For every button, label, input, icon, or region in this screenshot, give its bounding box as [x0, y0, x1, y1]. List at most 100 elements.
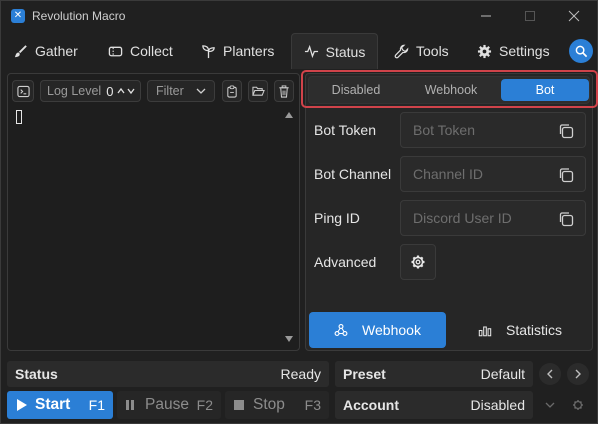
gear-icon — [573, 400, 583, 410]
discord-user-id-input[interactable] — [401, 201, 551, 235]
gear-icon — [477, 44, 492, 58]
ping-id-label: Ping ID — [314, 210, 360, 226]
mode-webhook[interactable]: Webhook — [405, 79, 497, 101]
start-hotkey: F1 — [88, 397, 105, 413]
pause-button[interactable]: Pause F2 — [117, 391, 221, 419]
webhook-button[interactable]: Webhook — [309, 312, 446, 348]
trash-icon — [279, 84, 289, 98]
bot-token-input[interactable] — [401, 113, 551, 147]
bar-chart-icon — [478, 325, 492, 336]
tab-settings[interactable]: Settings — [477, 33, 550, 69]
account-dropdown-button[interactable] — [539, 394, 561, 416]
minimize-icon — [481, 15, 491, 17]
mode-bot[interactable]: Bot — [501, 79, 589, 101]
log-output[interactable] — [12, 108, 280, 346]
tab-gather[interactable]: Gather — [13, 33, 78, 69]
chevron-right-icon — [575, 369, 581, 379]
status-bar: Status Ready — [7, 361, 329, 387]
tab-gather-label: Gather — [35, 43, 78, 59]
preset-prev-button[interactable] — [539, 363, 561, 385]
advanced-label: Advanced — [314, 254, 377, 270]
statistics-button[interactable]: Statistics — [452, 312, 588, 348]
channel-id-input[interactable] — [401, 157, 551, 191]
tab-settings-label: Settings — [499, 43, 550, 59]
status-label: Status — [15, 366, 58, 382]
gear-icon — [411, 255, 425, 269]
bot-token-label: Bot Token — [314, 122, 377, 138]
pulse-icon — [304, 44, 318, 59]
search-button[interactable] — [569, 39, 593, 63]
ticket-icon — [108, 46, 123, 56]
log-scrollbar[interactable] — [282, 108, 296, 348]
clipboard-icon — [227, 84, 237, 98]
bot-token-field[interactable] — [400, 112, 586, 148]
preset-bar[interactable]: Preset Default — [335, 361, 533, 387]
chevron-down-icon — [545, 402, 555, 408]
app-logo-icon: ✕ — [11, 9, 25, 23]
main-nav: Gather Collect Planters Status Tools Set… — [1, 33, 597, 69]
webhook-button-label: Webhook — [362, 322, 421, 338]
scroll-up-icon[interactable] — [284, 110, 294, 120]
stop-icon — [234, 400, 244, 410]
window-title: Revolution Macro — [32, 9, 126, 23]
maximize-button[interactable] — [515, 5, 545, 27]
copy-icon[interactable] — [558, 211, 574, 227]
tab-status-label: Status — [325, 43, 366, 60]
stop-button[interactable]: Stop F3 — [225, 391, 329, 419]
tab-collect[interactable]: Collect — [108, 33, 173, 69]
status-value: Ready — [280, 366, 321, 382]
preset-next-button[interactable] — [567, 363, 589, 385]
account-label: Account — [343, 397, 399, 413]
console-button[interactable] — [12, 80, 34, 102]
webhook-icon — [334, 324, 348, 336]
tab-tools[interactable]: Tools — [394, 33, 449, 69]
statistics-button-label: Statistics — [505, 322, 562, 338]
log-level-label: Log Level — [47, 84, 102, 98]
filter-label: Filter — [156, 84, 184, 98]
wrench-icon — [394, 44, 409, 58]
preset-value: Default — [480, 366, 525, 382]
tab-collect-label: Collect — [130, 43, 173, 59]
status-settings-panel: Disabled Webhook Bot Bot Token Bot Chann… — [301, 70, 598, 351]
plant-icon — [202, 44, 215, 58]
tab-tools-label: Tools — [416, 43, 449, 59]
search-icon — [575, 45, 587, 57]
log-toolbar: Log Level 0 Filter — [8, 74, 299, 106]
terminal-icon — [16, 85, 30, 97]
filter-select[interactable]: Filter — [147, 80, 215, 102]
open-folder-button[interactable] — [248, 80, 268, 102]
start-button[interactable]: Start F1 — [7, 391, 113, 419]
stop-label: Stop — [253, 396, 285, 413]
mode-disabled[interactable]: Disabled — [311, 79, 401, 101]
tab-planters[interactable]: Planters — [201, 33, 274, 69]
tab-status[interactable]: Status — [291, 33, 378, 69]
text-cursor — [16, 110, 22, 124]
copy-icon[interactable] — [558, 123, 574, 139]
stop-hotkey: F3 — [304, 397, 321, 413]
chevron-left-icon — [547, 369, 553, 379]
log-level-select[interactable]: Log Level 0 — [40, 80, 141, 102]
title-bar: ✕ Revolution Macro — [1, 1, 597, 31]
preset-label: Preset — [343, 366, 386, 382]
app-window: ✕ Revolution Macro Gather Collect Plante… — [0, 0, 598, 424]
clear-log-button[interactable] — [274, 80, 294, 102]
pause-icon — [126, 400, 134, 410]
brush-icon — [14, 44, 27, 57]
minimize-button[interactable] — [471, 5, 501, 27]
bot-channel-field[interactable] — [400, 156, 586, 192]
start-label: Start — [35, 396, 71, 413]
bot-channel-label: Bot Channel — [314, 166, 392, 182]
account-settings-button[interactable] — [567, 394, 589, 416]
pause-label: Pause — [145, 396, 189, 413]
chevron-down-icon — [196, 88, 206, 94]
copy-log-button[interactable] — [222, 80, 242, 102]
log-level-value: 0 — [106, 83, 114, 99]
close-button[interactable] — [559, 5, 589, 27]
advanced-settings-button[interactable] — [400, 244, 436, 280]
scroll-down-icon[interactable] — [284, 334, 294, 344]
stepper-icon — [117, 87, 135, 95]
copy-icon[interactable] — [558, 167, 574, 183]
play-icon — [17, 399, 27, 411]
ping-id-field[interactable] — [400, 200, 586, 236]
account-bar[interactable]: Account Disabled — [335, 391, 533, 419]
